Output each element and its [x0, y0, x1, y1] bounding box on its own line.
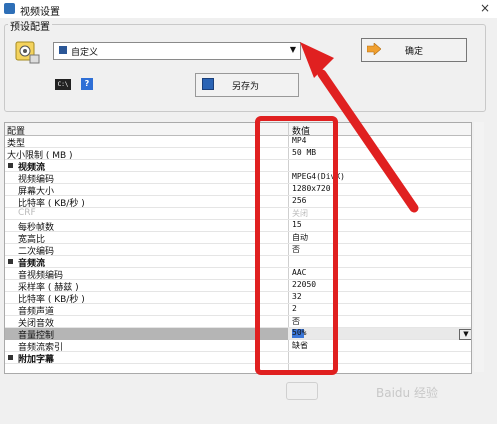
watermark-logo — [286, 382, 318, 400]
watermark-text: Baidu 经验 — [376, 386, 438, 400]
annotation-arrow — [300, 42, 419, 213]
